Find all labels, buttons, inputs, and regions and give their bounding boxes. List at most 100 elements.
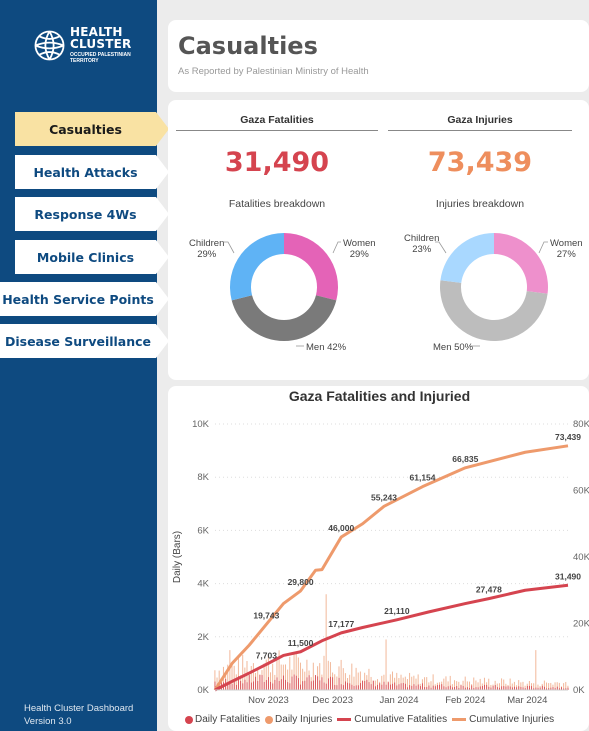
daily-fatalities-bar (443, 686, 445, 690)
children-slice[interactable] (440, 233, 494, 283)
women-leader-line (332, 241, 341, 254)
nav-health-attacks[interactable]: Health Attacks (15, 155, 169, 189)
men-slice[interactable] (231, 295, 337, 341)
fatalities-header-rule (176, 130, 378, 131)
women-slice[interactable] (494, 233, 548, 294)
daily-fatalities-bar (402, 682, 404, 690)
daily-fatalities-bar (287, 682, 289, 690)
daily-fatalities-bar (332, 677, 334, 690)
label-pct: 23% (412, 244, 432, 255)
daily-injuries-bar (385, 639, 387, 690)
children-leader-line (224, 241, 235, 254)
legend-cumulative-fatalities[interactable]: Cumulative Fatalities (337, 714, 447, 725)
legend-marker (265, 715, 274, 724)
daily-fatalities-bar (482, 685, 483, 690)
daily-fatalities-bar (503, 686, 505, 690)
daily-fatalities-bar (353, 685, 355, 690)
injuries-women-label: Women 27% (550, 238, 583, 260)
daily-fatalities-bar (394, 682, 396, 690)
daily-fatalities-bar (229, 683, 231, 690)
daily-fatalities-bar (351, 684, 353, 690)
daily-fatalities-bar (479, 686, 481, 690)
daily-fatalities-bar (486, 684, 488, 690)
daily-fatalities-bar (471, 685, 473, 690)
daily-fatalities-bar (364, 681, 366, 690)
daily-fatalities-bar (272, 683, 274, 690)
nav-response-4ws[interactable]: Response 4Ws (15, 197, 169, 231)
daily-fatalities-bar (255, 676, 257, 690)
daily-fatalities-bar (428, 685, 430, 690)
daily-fatalities-bar (300, 684, 301, 690)
daily-fatalities-bar (268, 677, 269, 690)
daily-fatalities-bar (327, 678, 329, 690)
daily-fatalities-bar (274, 679, 276, 690)
y-tick-label: 8K (197, 472, 209, 483)
daily-fatalities-bar (306, 677, 308, 690)
daily-fatalities-bar (379, 683, 381, 690)
legend-daily-injuries[interactable]: Daily Injuries (265, 714, 332, 725)
legend-daily-fatalities[interactable]: Daily Fatalities (185, 714, 260, 725)
logo-line3: OCCUPIED PALESTINIAN TERRITORY (70, 52, 131, 64)
daily-fatalities-bar (355, 685, 357, 690)
label-pct: 29% (197, 249, 217, 260)
label-name: Children (404, 233, 440, 244)
nav-label: Disease Surveillance (4, 333, 152, 349)
daily-fatalities-bar (507, 686, 509, 690)
daily-fatalities-bar (259, 674, 261, 690)
data-label: 11,500 (288, 638, 314, 648)
nav-label: Health Attacks (33, 164, 138, 180)
daily-fatalities-bar (263, 681, 265, 690)
nav-label: Response 4Ws (34, 206, 137, 222)
fatalities-breakdown-title: Fatalities breakdown (228, 198, 326, 210)
daily-fatalities-bar (246, 682, 248, 690)
nav-mobile-clinics[interactable]: Mobile Clinics (15, 240, 169, 274)
daily-fatalities-bar (321, 677, 323, 690)
y2-tick-label: 40K (573, 552, 589, 563)
nav-label: Casualties (49, 121, 122, 137)
daily-fatalities-bar (298, 678, 299, 690)
y2-tick-label: 20K (573, 619, 589, 630)
daily-fatalities-bar (250, 682, 252, 690)
daily-fatalities-bar (368, 682, 370, 690)
fatalities-injuries-chart: 0K 2K 4K 6K 8K 10K 0K 20K 40K 60K 80K Daily (Bars) N… (172, 419, 589, 706)
daily-fatalities-bar (501, 686, 503, 690)
legend-marker (337, 718, 352, 721)
nav-health-service-points[interactable]: Health Service Points (0, 282, 169, 316)
nav-disease-surveillance[interactable]: Disease Surveillance (0, 324, 169, 358)
legend-cumulative-injuries[interactable]: Cumulative Injuries (452, 714, 554, 725)
children-slice[interactable] (230, 233, 284, 301)
daily-fatalities-bar (541, 685, 543, 690)
daily-fatalities-bar (400, 683, 402, 690)
women-slice[interactable] (284, 233, 338, 301)
daily-fatalities-bar (265, 680, 267, 690)
daily-fatalities-bar (310, 681, 312, 690)
daily-fatalities-bar (304, 680, 306, 690)
daily-fatalities-bar (248, 675, 250, 690)
daily-fatalities-bar (460, 685, 462, 690)
daily-fatalities-bar (370, 684, 372, 690)
daily-fatalities-bar (315, 675, 316, 690)
daily-fatalities-bar (253, 681, 254, 690)
logo-line2: CLUSTER (70, 37, 132, 51)
women-leader-line (538, 241, 548, 254)
data-label: 46,000 (328, 523, 354, 533)
label-name: Women (550, 238, 583, 249)
data-label: 29,800 (288, 577, 314, 587)
daily-injuries-bar (535, 650, 537, 690)
nav-casualties[interactable]: Casualties (15, 112, 169, 146)
daily-fatalities-bar (340, 684, 342, 690)
y2-tick-label: 60K (573, 486, 589, 497)
daily-fatalities-bar (390, 684, 391, 690)
daily-fatalities-bar (509, 686, 511, 690)
y-tick-label: 0K (197, 685, 209, 696)
daily-fatalities-bar (398, 684, 400, 690)
daily-injuries-bar (325, 594, 327, 690)
daily-fatalities-bar (432, 685, 434, 690)
daily-fatalities-bar (377, 684, 378, 690)
daily-fatalities-bar (283, 675, 284, 690)
daily-fatalities-bar (357, 685, 359, 690)
daily-fatalities-bar (405, 683, 406, 690)
data-label: 73,439 (555, 432, 581, 442)
data-label: 66,835 (452, 454, 478, 464)
daily-fatalities-bar (437, 685, 438, 690)
